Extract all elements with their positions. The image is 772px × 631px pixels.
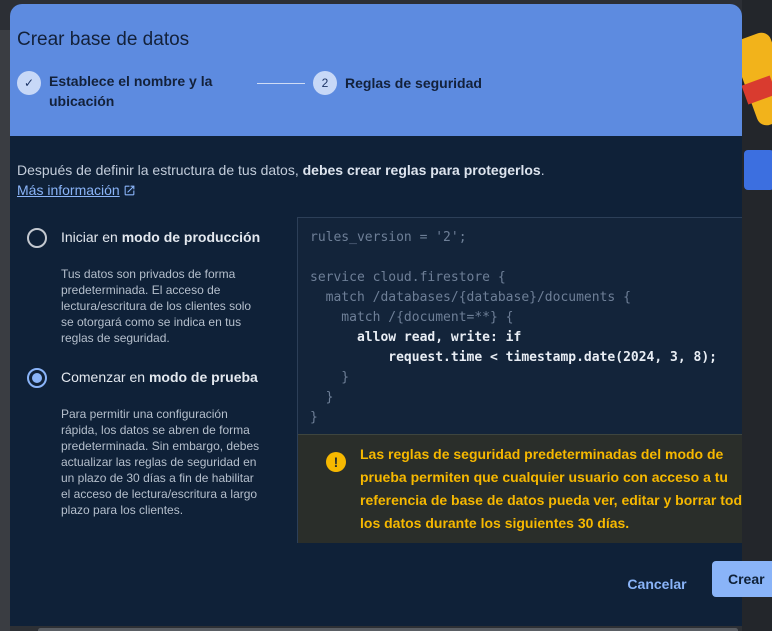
create-button[interactable]: Crear bbox=[712, 561, 772, 597]
code-line: } bbox=[325, 390, 334, 405]
step-name-location[interactable]: ✓ Establece el nombre y la ubicación bbox=[17, 71, 237, 111]
code-line: rules_version = '2'; bbox=[310, 230, 467, 245]
create-database-dialog: Crear base de datos ✓ Establece el nombr… bbox=[10, 4, 742, 631]
code-line: match /{document=**} { bbox=[341, 310, 514, 325]
code-line: allow read, write: if bbox=[356, 330, 522, 345]
warning-icon: ! bbox=[326, 452, 346, 472]
option-label-prefix: Iniciar en bbox=[61, 229, 122, 245]
production-mode-description: Tus datos son privados de forma predeter… bbox=[61, 267, 252, 345]
option-label-prefix: Comenzar en bbox=[61, 369, 149, 385]
test-mode-label: Comenzar en modo de prueba bbox=[61, 369, 258, 385]
code-line: match /databases/{database}/documents { bbox=[325, 290, 631, 305]
intro-text-start: Después de definir la estructura de tus … bbox=[17, 162, 303, 178]
code-line: } bbox=[310, 410, 318, 425]
intro-text-end: . bbox=[540, 162, 545, 178]
learn-more-link[interactable]: Más información bbox=[17, 182, 136, 198]
option-label-bold: modo de prueba bbox=[148, 369, 258, 385]
warning-box: ! Las reglas de seguridad predeterminada… bbox=[298, 434, 742, 543]
code-line: request.time < timestamp.date(2024, 3, 8… bbox=[388, 350, 717, 365]
intro-text-bold: debes crear reglas para protegerlos bbox=[302, 162, 541, 178]
code-line: service cloud.firestore { bbox=[310, 270, 506, 285]
external-link-icon bbox=[124, 185, 135, 195]
code-line: } bbox=[341, 370, 350, 385]
dialog-title: Crear base de datos bbox=[17, 29, 190, 50]
cancel-button[interactable]: Cancelar bbox=[612, 572, 702, 596]
check-icon: ✓ bbox=[17, 71, 41, 95]
intro-text: Después de definir la estructura de tus … bbox=[17, 162, 545, 178]
option-label-bold: modo de producción bbox=[121, 229, 261, 245]
stepper-connector bbox=[257, 83, 305, 84]
rules-code: rules_version = '2'; service cloud.fires… bbox=[310, 228, 717, 428]
test-mode-description: Para permitir una configuración rápida, … bbox=[61, 407, 260, 517]
test-mode-radio[interactable] bbox=[27, 368, 47, 388]
step-label: Reglas de seguridad bbox=[345, 75, 482, 91]
production-mode-label: Iniciar en modo de producción bbox=[61, 229, 260, 245]
step-number: 2 bbox=[313, 71, 337, 95]
rules-code-panel: rules_version = '2'; service cloud.fires… bbox=[297, 217, 742, 543]
warning-text: Las reglas de seguridad predeterminadas … bbox=[360, 446, 742, 531]
dialog-header: Crear base de datos ✓ Establece el nombr… bbox=[10, 4, 742, 136]
step-label: Establece el nombre y la ubicación bbox=[49, 73, 213, 109]
background-illustration-block bbox=[744, 150, 772, 190]
production-mode-radio[interactable] bbox=[27, 228, 47, 248]
learn-more-label: Más información bbox=[17, 182, 120, 198]
step-security-rules[interactable]: 2 Reglas de seguridad bbox=[313, 71, 482, 95]
